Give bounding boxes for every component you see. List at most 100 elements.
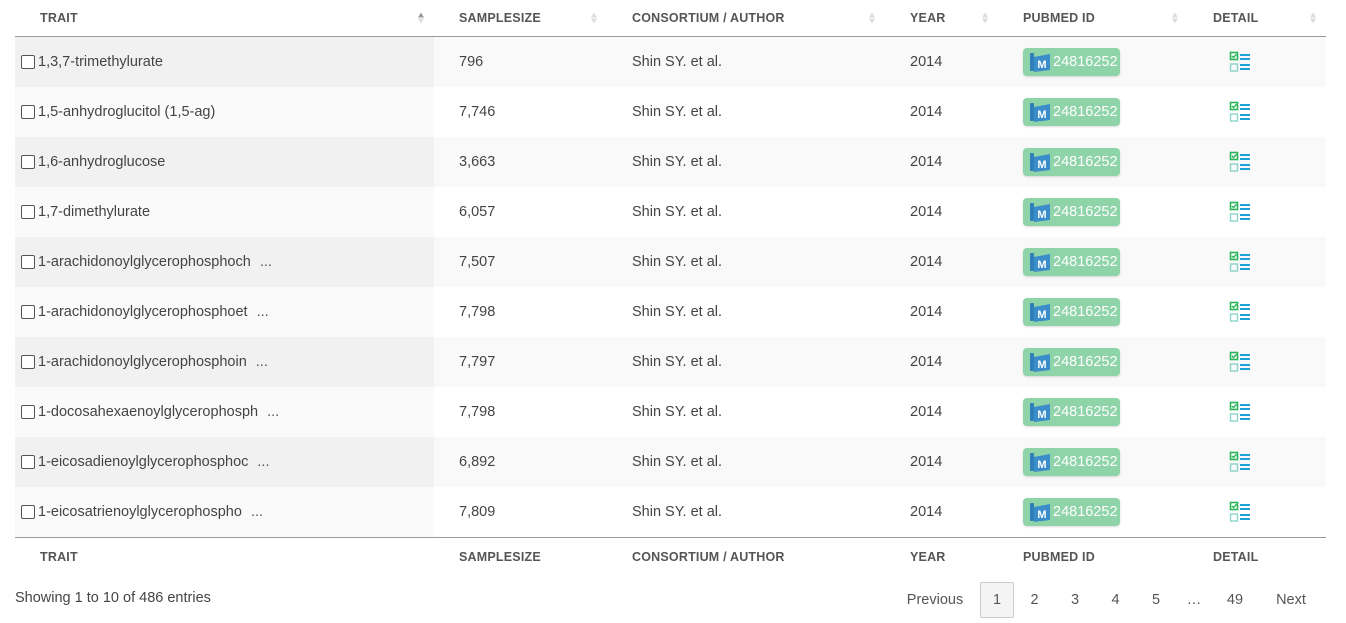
- row-checkbox[interactable]: [21, 305, 35, 319]
- row-checkbox[interactable]: [21, 205, 35, 219]
- table-row: 1,7-dimethylurate 6,057 Shin SY. et al. 201…: [15, 187, 1326, 237]
- row-checkbox[interactable]: [21, 105, 35, 119]
- pubmed-link[interactable]: M 24816252: [1023, 48, 1120, 76]
- trait-name[interactable]: 1,7-dimethylurate: [38, 204, 150, 220]
- svg-text:M: M: [1037, 309, 1046, 321]
- pubmed-link[interactable]: M 24816252: [1023, 498, 1120, 526]
- row-checkbox[interactable]: [21, 155, 35, 169]
- pubmed-link[interactable]: M 24816252: [1023, 98, 1120, 126]
- pubmed-id: 24816252: [1053, 504, 1118, 520]
- trait-name[interactable]: 1,6-anhydroglucose: [38, 154, 165, 170]
- previous-button[interactable]: Previous: [890, 582, 980, 618]
- samplesize-cell: 7,507: [459, 254, 496, 270]
- header-author[interactable]: CONSORTIUM / AUTHOR: [607, 0, 885, 36]
- pubmed-logo-icon: M: [1030, 303, 1050, 322]
- detail-list-icon[interactable]: [1229, 401, 1251, 423]
- pubmed-link[interactable]: M 24816252: [1023, 198, 1120, 226]
- trait-name[interactable]: 1-arachidonoylglycerophosphoch: [38, 254, 251, 270]
- trait-name[interactable]: 1-docosahexaenoylglycerophosph: [38, 404, 258, 420]
- pubmed-id: 24816252: [1053, 254, 1118, 270]
- samplesize-cell: 3,663: [459, 154, 496, 170]
- sort-asc-icon: [418, 12, 424, 24]
- detail-list-icon[interactable]: [1229, 301, 1251, 323]
- row-checkbox[interactable]: [21, 455, 35, 469]
- detail-cell: [1188, 337, 1326, 387]
- pubmed-cell: M 24816252: [998, 237, 1188, 287]
- author-cell: Shin SY. et al.: [632, 104, 723, 120]
- header-trait[interactable]: TRAIT: [15, 0, 434, 36]
- trait-ellipsis[interactable]: ...: [257, 454, 269, 470]
- page-button-3[interactable]: 3: [1055, 582, 1095, 618]
- sort-icon: [591, 12, 597, 24]
- trait-name[interactable]: 1-eicosadienoylglycerophosphoc: [38, 454, 248, 470]
- page-button-4[interactable]: 4: [1095, 582, 1136, 618]
- samplesize-cell: 7,746: [459, 104, 496, 120]
- row-checkbox[interactable]: [21, 405, 35, 419]
- trait-ellipsis[interactable]: ...: [260, 254, 272, 270]
- footer-pubmed: PUBMED ID: [1023, 550, 1095, 564]
- pubmed-link[interactable]: M 24816252: [1023, 298, 1120, 326]
- row-checkbox[interactable]: [21, 255, 35, 269]
- detail-list-icon[interactable]: [1229, 351, 1251, 373]
- detail-cell: [1188, 487, 1326, 537]
- detail-list-icon[interactable]: [1229, 151, 1251, 173]
- pubmed-link[interactable]: M 24816252: [1023, 248, 1120, 276]
- detail-cell: [1188, 37, 1326, 87]
- trait-ellipsis[interactable]: ...: [267, 404, 279, 420]
- header-pubmed[interactable]: PUBMED ID: [998, 0, 1188, 36]
- detail-list-icon[interactable]: [1229, 251, 1251, 273]
- detail-list-icon[interactable]: [1229, 51, 1251, 73]
- trait-name[interactable]: 1,3,7-trimethylurate: [38, 54, 163, 70]
- row-checkbox[interactable]: [21, 55, 35, 69]
- pubmed-link[interactable]: M 24816252: [1023, 398, 1120, 426]
- header-detail[interactable]: DETAIL: [1188, 0, 1326, 36]
- author-cell: Shin SY. et al.: [632, 354, 723, 370]
- detail-list-icon[interactable]: [1229, 201, 1251, 223]
- header-year-label: YEAR: [910, 11, 946, 25]
- page-button-1[interactable]: 1: [980, 582, 1014, 618]
- row-checkbox[interactable]: [21, 505, 35, 519]
- pubmed-link[interactable]: M 24816252: [1023, 448, 1120, 476]
- header-samplesize-label: SAMPLESIZE: [459, 11, 541, 25]
- pubmed-cell: M 24816252: [998, 87, 1188, 137]
- pubmed-id: 24816252: [1053, 204, 1118, 220]
- pubmed-link[interactable]: M 24816252: [1023, 348, 1120, 376]
- trait-name[interactable]: 1-eicosatrienoylglycerophospho: [38, 504, 242, 520]
- header-samplesize[interactable]: SAMPLESIZE: [434, 0, 607, 36]
- pagination: Previous 1 2 3 4 5 … 49 Next: [890, 582, 1324, 618]
- header-pubmed-label: PUBMED ID: [1023, 11, 1095, 25]
- year-cell: 2014: [910, 304, 943, 320]
- pubmed-logo-icon: M: [1030, 353, 1050, 372]
- footer-samplesize: SAMPLESIZE: [459, 550, 541, 564]
- trait-name[interactable]: 1-arachidonoylglycerophosphoet: [38, 304, 248, 320]
- table-row: 1-arachidonoylglycerophosphoch... 7,507 Sh…: [15, 237, 1326, 287]
- detail-list-icon[interactable]: [1229, 451, 1251, 473]
- samplesize-cell: 6,892: [459, 454, 496, 470]
- trait-name[interactable]: 1-arachidonoylglycerophosphoin: [38, 354, 247, 370]
- pubmed-link[interactable]: M 24816252: [1023, 148, 1120, 176]
- detail-cell: [1188, 287, 1326, 337]
- trait-cell: 1-eicosatrienoylglycerophospho...: [15, 487, 434, 537]
- page-button-2[interactable]: 2: [1014, 582, 1055, 618]
- trait-ellipsis[interactable]: ...: [256, 354, 268, 370]
- next-button[interactable]: Next: [1258, 582, 1324, 618]
- detail-list-icon[interactable]: [1229, 501, 1251, 523]
- trait-ellipsis[interactable]: ...: [257, 304, 269, 320]
- table-row: 1-eicosatrienoylglycerophospho... 7,809 Sh…: [15, 487, 1326, 537]
- pubmed-id: 24816252: [1053, 404, 1118, 420]
- page-button-49[interactable]: 49: [1212, 582, 1258, 618]
- pubmed-logo-icon: M: [1030, 253, 1050, 272]
- pubmed-id: 24816252: [1053, 104, 1118, 120]
- detail-list-icon[interactable]: [1229, 101, 1251, 123]
- svg-text:M: M: [1037, 159, 1046, 171]
- table-row: 1,3,7-trimethylurate 796 Shin SY. et al. 20…: [15, 37, 1326, 87]
- trait-name[interactable]: 1,5-anhydroglucitol (1,5-ag): [38, 104, 215, 120]
- page-button-5[interactable]: 5: [1136, 582, 1176, 618]
- row-checkbox[interactable]: [21, 355, 35, 369]
- trait-ellipsis[interactable]: ...: [251, 504, 263, 520]
- year-cell: 2014: [910, 454, 943, 470]
- pubmed-cell: M 24816252: [998, 437, 1188, 487]
- samplesize-cell: 7,798: [459, 404, 496, 420]
- trait-cell: 1-arachidonoylglycerophosphoch...: [15, 237, 434, 287]
- header-year[interactable]: YEAR: [885, 0, 998, 36]
